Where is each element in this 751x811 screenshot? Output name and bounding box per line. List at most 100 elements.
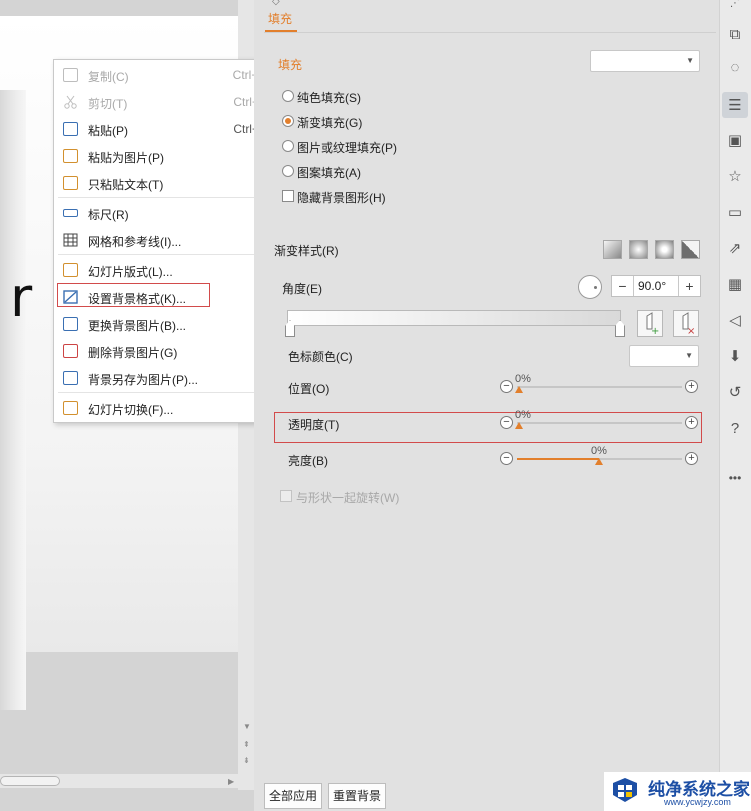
transparency-slider-thumb[interactable]: [515, 422, 523, 429]
slide-text: r: [10, 266, 33, 329]
angle-increase-button[interactable]: +: [678, 276, 700, 296]
scroll-right-icon[interactable]: ▶: [228, 777, 234, 786]
menu-item-save-background-as-image[interactable]: 背景另存为图片(P)...: [54, 365, 284, 391]
angle-dial[interactable]: [578, 275, 602, 299]
delete-gradient-stop-button[interactable]: ×: [673, 310, 699, 337]
label-position: 位置(O): [288, 382, 330, 396]
audio-icon[interactable]: ◁: [726, 311, 744, 329]
gradient-bar[interactable]: [287, 310, 621, 326]
gradient-rect-button[interactable]: [655, 240, 674, 259]
share-icon[interactable]: ⇗: [726, 239, 744, 257]
copy-icon: [63, 68, 78, 82]
menu-item-grid-guides[interactable]: 网格和参考线(I)...: [54, 227, 284, 253]
watermark-logo: [610, 775, 640, 805]
paste-icon: [63, 122, 78, 136]
reset-background-button[interactable]: 重置背景: [328, 783, 386, 809]
menu-item-paste-text[interactable]: 只粘贴文本(T): [54, 170, 284, 196]
right-toolbar: [719, 0, 751, 811]
delete-background-icon: [63, 344, 78, 358]
slide-background-image: [0, 90, 26, 710]
context-menu: 复制(C) Ctrl+C 剪切(T) Ctrl+X 粘贴(P) Ctrl+V 粘…: [53, 59, 285, 423]
horizontal-scroll-thumb[interactable]: [0, 776, 60, 786]
radio-picture-texture-fill[interactable]: [282, 140, 294, 152]
shapes-icon[interactable]: ◌: [726, 58, 744, 76]
menu-item-delete-background-image[interactable]: 删除背景图片(G): [54, 338, 284, 364]
panel-top-icon[interactable]: ◇: [272, 0, 280, 7]
checkbox-hide-background-shapes[interactable]: [282, 190, 294, 202]
menu-item-ruler[interactable]: 标尺(R): [54, 200, 284, 226]
menu-item-label: 只粘贴文本(T): [88, 178, 164, 192]
menu-item-label: 幻灯片切换(F)...: [88, 403, 174, 417]
download-icon[interactable]: ⬇: [726, 347, 744, 365]
transparency-decrease-button[interactable]: −: [500, 416, 513, 429]
angle-value[interactable]: 90.0°: [638, 279, 666, 293]
change-background-icon: [63, 317, 78, 331]
menu-item-label: 剪切(T): [88, 97, 128, 111]
label-gradient-fill[interactable]: 渐变填充(G): [297, 114, 362, 131]
menu-item-label: 标尺(R): [88, 208, 129, 222]
angle-decrease-button[interactable]: −: [612, 276, 634, 296]
replace-icon[interactable]: ⧉: [726, 25, 744, 43]
position-increase-button[interactable]: +: [685, 380, 698, 393]
menu-item-paste[interactable]: 粘贴(P) Ctrl+V: [54, 116, 284, 142]
history-icon[interactable]: ↺: [726, 383, 744, 401]
previous-page-icon[interactable]: ⇞: [243, 740, 250, 749]
transparency-increase-button[interactable]: +: [685, 416, 698, 429]
brightness-decrease-button[interactable]: −: [500, 452, 513, 465]
label-picture-texture-fill[interactable]: 图片或纹理填充(P): [297, 139, 397, 156]
checkbox-rotate-with-shape[interactable]: [280, 490, 292, 502]
position-slider-track[interactable]: [517, 386, 682, 388]
image-icon[interactable]: ▦: [726, 275, 744, 293]
scroll-down-icon[interactable]: ▼: [243, 722, 251, 731]
add-gradient-stop-button[interactable]: +: [637, 310, 663, 337]
brightness-slider-thumb[interactable]: [595, 458, 603, 465]
toolbar-more-top-icon[interactable]: ⋰: [726, 0, 744, 12]
save-background-icon: [63, 371, 78, 385]
menu-item-label: 背景另存为图片(P)...: [88, 373, 198, 387]
cut-icon: [63, 95, 78, 109]
menu-item-slide-transition[interactable]: 幻灯片切换(F)...: [54, 395, 284, 421]
gradient-linear-button[interactable]: [603, 240, 622, 259]
position-value: 0%: [515, 373, 531, 385]
label-hide-background-shapes[interactable]: 隐藏背景图形(H): [297, 189, 386, 206]
image-gallery-icon[interactable]: ▣: [726, 131, 744, 149]
position-decrease-button[interactable]: −: [500, 380, 513, 393]
menu-item-paste-as-image[interactable]: 粘贴为图片(P): [54, 143, 284, 169]
fill-color-dropdown[interactable]: ▼: [590, 50, 700, 72]
transparency-slider-track[interactable]: [517, 422, 682, 424]
label-brightness: 亮度(B): [288, 454, 328, 468]
radio-gradient-fill[interactable]: [282, 115, 294, 127]
menu-item-change-background-image[interactable]: 更换背景图片(B)...: [54, 311, 284, 337]
label-pattern-fill[interactable]: 图案填充(A): [297, 164, 361, 181]
label-rotate-with-shape[interactable]: 与形状一起旋转(W): [296, 489, 399, 506]
gradient-path-button[interactable]: [681, 240, 700, 259]
menu-item-label: 粘贴为图片(P): [88, 151, 164, 165]
grid-icon: [63, 233, 78, 247]
stop-color-dropdown[interactable]: ▼: [629, 345, 699, 367]
tab-fill[interactable]: 填充: [268, 10, 292, 27]
archive-icon[interactable]: ▭: [726, 203, 744, 221]
radio-solid-fill[interactable]: [282, 90, 294, 102]
gradient-radial-button[interactable]: [629, 240, 648, 259]
apply-all-button[interactable]: 全部应用: [264, 783, 322, 809]
position-slider-thumb[interactable]: [515, 386, 523, 393]
next-page-icon[interactable]: ⇟: [243, 756, 250, 765]
layout-icon: [63, 263, 78, 277]
menu-item-slide-layout[interactable]: 幻灯片版式(L)... ▶: [54, 257, 284, 283]
brightness-slider-fill: [517, 458, 599, 460]
transition-icon: [63, 401, 78, 415]
menu-item-label: 更换背景图片(B)...: [88, 319, 186, 333]
angle-stepper[interactable]: − 90.0° +: [611, 275, 701, 297]
radio-pattern-fill[interactable]: [282, 165, 294, 177]
menu-item-label: 删除背景图片(G): [88, 346, 178, 360]
properties-icon[interactable]: ☰: [726, 96, 744, 114]
menu-item-copy[interactable]: 复制(C) Ctrl+C: [54, 62, 284, 88]
menu-item-label: 网格和参考线(I)...: [88, 235, 182, 249]
help-icon[interactable]: ?: [726, 419, 744, 437]
menu-item-label: 复制(C): [88, 70, 129, 84]
more-icon[interactable]: •••: [726, 469, 744, 487]
menu-item-cut[interactable]: 剪切(T) Ctrl+X: [54, 89, 284, 115]
label-solid-fill[interactable]: 纯色填充(S): [297, 89, 361, 106]
star-icon[interactable]: ☆: [726, 167, 744, 185]
brightness-increase-button[interactable]: +: [685, 452, 698, 465]
